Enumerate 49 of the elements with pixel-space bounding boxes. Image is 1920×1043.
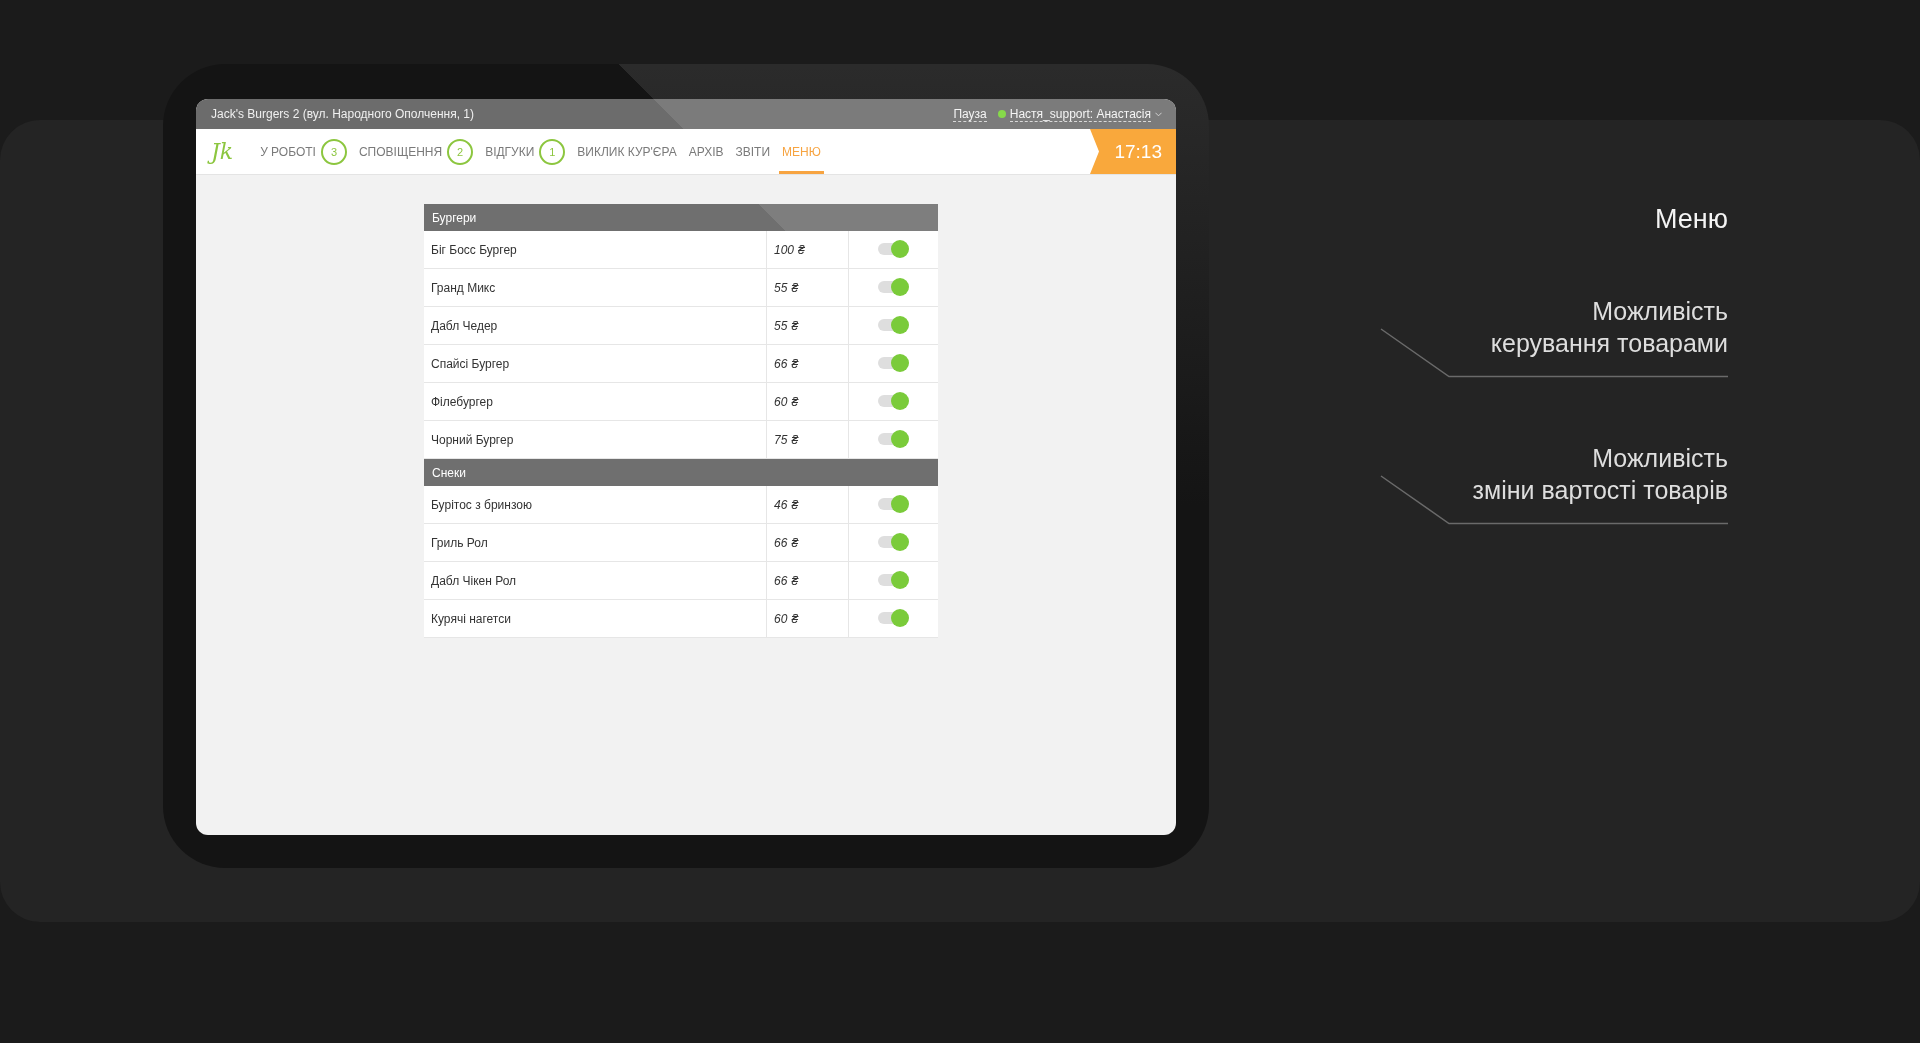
toggle-switch[interactable] <box>878 429 909 448</box>
toggle-switch[interactable] <box>878 532 909 551</box>
item-name-cell: Гриль Рол <box>424 524 767 562</box>
count-badge: 1 <box>539 138 566 165</box>
toggle-switch[interactable] <box>878 494 909 513</box>
price-cell: 60 ₴ <box>767 600 849 638</box>
toggle-switch[interactable] <box>878 608 909 627</box>
toggle-switch[interactable] <box>878 239 909 258</box>
item-name-cell: Дабл Чікен Рол <box>424 562 767 600</box>
nav-tab[interactable]: СПОВІЩЕННЯ 2 <box>355 129 477 174</box>
user-link[interactable]: Настя_support: Анастасія <box>1009 106 1151 122</box>
price-cell: 100 ₴ <box>767 231 849 269</box>
item-name-cell: Дабл Чедер <box>424 307 767 345</box>
nav-tab[interactable]: ЗВІТИ <box>732 129 774 174</box>
nav-tab[interactable]: ВИКЛИК КУР'ЄРА <box>574 129 680 174</box>
annotation-text: Можливість зміни вартості товарів <box>1472 443 1728 506</box>
price-cell: 60 ₴ <box>767 383 849 421</box>
category-header: Снеки <box>424 459 938 486</box>
count-badge: 3 <box>320 138 347 165</box>
count-badge: 2 <box>447 138 474 165</box>
item-name-cell: Гранд Микс <box>424 269 767 307</box>
toggle-switch[interactable] <box>878 353 909 372</box>
window-title: Jack's Burgers 2 (вул. Народного Ополчення, 1) <box>211 107 474 121</box>
section-title: Меню <box>1655 203 1728 235</box>
item-name-cell: Курячі нагетси <box>424 600 767 638</box>
toggle-switch[interactable] <box>878 570 909 589</box>
price-cell: 66 ₴ <box>767 345 849 383</box>
price-cell: 75 ₴ <box>767 421 849 459</box>
price-cell: 55 ₴ <box>767 307 849 345</box>
nav-tab[interactable]: ВІДГУКИ 1 <box>482 129 569 174</box>
price-cell: 66 ₴ <box>767 562 849 600</box>
item-name-cell: Спайсі Бургер <box>424 345 767 383</box>
item-name-cell: Чорний Бургер <box>424 421 767 459</box>
toggle-switch[interactable] <box>878 277 909 296</box>
toggle-switch[interactable] <box>878 391 909 410</box>
nav-tab[interactable]: АРХІВ <box>685 129 727 174</box>
price-cell: 66 ₴ <box>767 524 849 562</box>
pause-link[interactable]: Пауза <box>953 106 987 122</box>
price-cell: 46 ₴ <box>767 486 849 524</box>
toggle-switch[interactable] <box>878 315 909 334</box>
price-cell: 55 ₴ <box>767 269 849 307</box>
item-name-cell: Біг Босс Бургер <box>424 231 767 269</box>
item-name-cell: Філебургер <box>424 383 767 421</box>
caret-icon[interactable] <box>1155 111 1162 117</box>
item-name-cell: Бурітос з бринзою <box>424 486 767 524</box>
annotation-text: Можливість керування товарами <box>1490 296 1728 359</box>
time-badge: 17:13 <box>1090 129 1176 174</box>
nav-tab[interactable]: У РОБОТІ 3 <box>257 129 350 174</box>
category-header: Бургери <box>424 204 938 231</box>
